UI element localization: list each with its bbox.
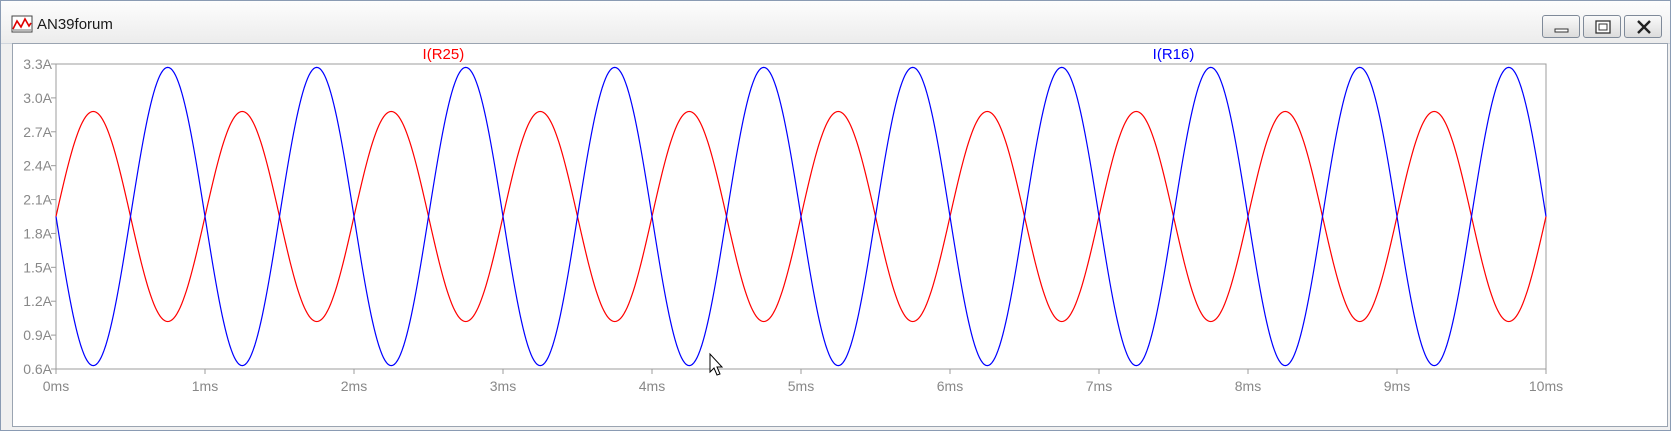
plot-area[interactable]: 0.6A 0.9A 1.2A 1.5A 1.8A 2.1A 2.4A 2.7A 3.0A 3.3A… [12, 43, 1668, 427]
minimize-icon [1554, 28, 1569, 33]
window-title: AN39forum [37, 16, 113, 33]
x-tick-label: 6ms [937, 378, 963, 394]
x-tick-label: 10ms [1529, 378, 1563, 394]
close-icon [1637, 20, 1651, 34]
mouse-cursor-icon [709, 352, 724, 376]
x-tick-label: 4ms [639, 378, 665, 394]
y-tick-label: 3.0A [23, 90, 52, 106]
close-button[interactable] [1624, 15, 1662, 38]
waveform-chart-icon [11, 15, 33, 33]
x-tick-label: 5ms [788, 378, 814, 394]
y-tick-label: 1.5A [23, 259, 52, 275]
maximize-icon [1595, 20, 1611, 34]
x-tick-label: 0ms [43, 378, 69, 394]
x-tick-label: 8ms [1235, 378, 1261, 394]
y-tick-label: 0.9A [23, 327, 52, 343]
y-tick-label: 2.4A [23, 158, 52, 174]
minimize-button[interactable] [1542, 15, 1580, 38]
y-tick-label: 1.2A [23, 293, 52, 309]
x-tick-label: 7ms [1086, 378, 1112, 394]
x-tick-label: 1ms [192, 378, 218, 394]
y-tick-label: 2.7A [23, 124, 52, 140]
x-tick-label: 9ms [1384, 378, 1410, 394]
series-line-ir16 [55, 66, 1547, 367]
legend-label: I(R16) [1153, 46, 1195, 63]
maximize-button[interactable] [1583, 15, 1621, 38]
waveform-window: AN39forum 0.6A 0.9A 1.2A 1.5A 1.8A 2.1A 2.4A 2.… [0, 0, 1671, 431]
y-tick-label: 1.8A [23, 225, 52, 241]
title-bar[interactable]: AN39forum [1, 1, 1670, 44]
y-tick-label: 2.1A [23, 192, 52, 208]
waveform-chart[interactable]: 0.6A 0.9A 1.2A 1.5A 1.8A 2.1A 2.4A 2.7A 3.0A 3.3A… [13, 44, 1667, 426]
x-tick-label: 2ms [341, 378, 367, 394]
y-tick-label: 3.3A [23, 56, 52, 72]
legend-label: I(R25) [423, 46, 465, 63]
y-tick-label: 0.6A [23, 361, 52, 377]
x-tick-label: 3ms [490, 378, 516, 394]
